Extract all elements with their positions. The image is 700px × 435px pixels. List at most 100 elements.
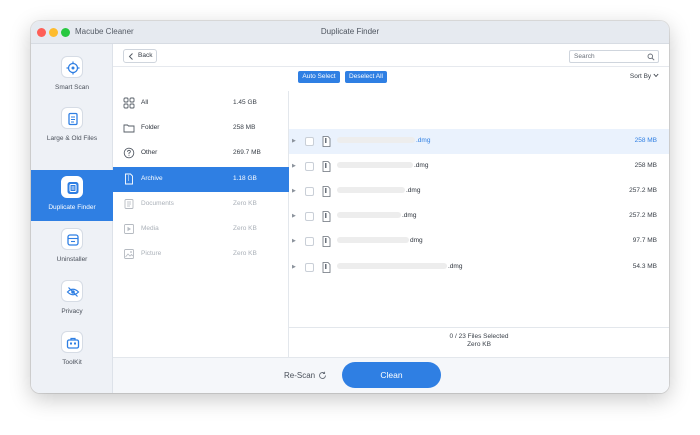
grid-icon xyxy=(123,97,135,109)
document-icon xyxy=(124,199,134,209)
auto-select-button[interactable]: Auto Select xyxy=(298,71,340,83)
media-icon xyxy=(124,224,134,234)
category-name: Folder xyxy=(141,124,160,131)
category-size: 1.45 GB xyxy=(233,99,257,106)
sort-by-dropdown[interactable]: Sort By xyxy=(630,73,659,80)
file-list-panel: Auto Select Deselect All Sort By ▶ .dmg … xyxy=(289,67,669,357)
file-suffix: dmg xyxy=(410,237,423,244)
expand-arrow-icon[interactable]: ▶ xyxy=(292,138,296,144)
category-name: Archive xyxy=(141,175,163,182)
uninstaller-icon xyxy=(67,234,79,246)
sidebar-item-label: Uninstaller xyxy=(56,256,88,263)
deselect-all-button[interactable]: Deselect All xyxy=(345,71,387,83)
file-name: .dmg xyxy=(337,263,537,270)
file-size: 97.7 MB xyxy=(632,237,657,244)
app-window: Macube Cleaner Duplicate Finder Smart Sc… xyxy=(31,21,669,393)
file-name: .dmg xyxy=(337,187,537,194)
sidebar-item-label: Smart Scan xyxy=(55,84,89,91)
clean-button[interactable]: Clean xyxy=(342,362,441,388)
target-icon xyxy=(66,61,80,75)
file-size: 257.2 MB xyxy=(629,187,657,194)
file-row[interactable]: ▶ .dmg 257.2 MB xyxy=(289,204,669,229)
files-selected-size: Zero KB xyxy=(467,341,491,348)
file-checkbox[interactable] xyxy=(305,237,314,246)
chevron-down-icon xyxy=(653,73,659,78)
expand-arrow-icon[interactable]: ▶ xyxy=(292,238,296,244)
refresh-icon xyxy=(319,371,326,379)
file-name: .dmg xyxy=(337,137,537,144)
file-checkbox[interactable] xyxy=(305,263,314,272)
file-row[interactable]: ▶ .dmg 257.2 MB xyxy=(289,179,669,204)
category-size: 258 MB xyxy=(233,124,256,131)
expand-arrow-icon[interactable]: ▶ xyxy=(292,188,296,194)
expand-arrow-icon[interactable]: ▶ xyxy=(292,163,296,169)
file-icon xyxy=(68,112,78,126)
file-suffix: .dmg xyxy=(416,137,431,144)
search-placeholder: Search xyxy=(574,53,595,60)
category-name: Picture xyxy=(141,250,162,257)
nav-icon-box xyxy=(61,280,83,302)
selection-status: 0 / 23 Files Selected Zero KB xyxy=(289,327,669,357)
category-archive[interactable]: Archive 1.18 GB xyxy=(113,167,289,192)
title-bar: Macube Cleaner Duplicate Finder xyxy=(31,21,669,44)
main-panel: Back Search All 1.45 GB Folder 258 MB Ot… xyxy=(113,44,669,393)
sidebar: Smart Scan Large & Old Files Duplicate F… xyxy=(31,44,113,393)
category-picture[interactable]: Picture Zero KB xyxy=(113,242,289,267)
nav-icon-box xyxy=(61,56,83,78)
file-checkbox[interactable] xyxy=(305,187,314,196)
bottom-action-bar: Re-Scan Clean xyxy=(113,357,669,393)
file-suffix: .dmg xyxy=(402,212,417,219)
file-row[interactable]: ▶ .dmg 258 MB xyxy=(289,154,669,179)
file-checkbox[interactable] xyxy=(305,137,314,146)
rescan-button[interactable]: Re-Scan xyxy=(284,371,326,380)
category-documents[interactable]: Documents Zero KB xyxy=(113,192,289,217)
file-row[interactable]: ▶ .dmg 258 MB xyxy=(289,129,669,154)
nav-icon-box xyxy=(61,331,83,353)
sidebar-item-label: Duplicate Finder xyxy=(48,204,96,211)
sidebar-item-toolkit[interactable]: ToolKit xyxy=(31,325,113,376)
toolkit-icon xyxy=(66,337,80,349)
back-button[interactable]: Back xyxy=(123,49,157,63)
file-size: 257.2 MB xyxy=(629,212,657,219)
category-name: Documents xyxy=(141,200,174,207)
chevron-left-icon xyxy=(128,53,133,60)
file-suffix: .dmg xyxy=(448,263,463,270)
back-label: Back xyxy=(138,52,153,59)
category-name: Other xyxy=(141,149,158,156)
search-input[interactable]: Search xyxy=(569,50,659,63)
file-row[interactable]: ▶ dmg 97.7 MB xyxy=(289,229,669,254)
sidebar-item-large-old-files[interactable]: Large & Old Files xyxy=(31,101,113,152)
sidebar-item-duplicate-finder[interactable]: Duplicate Finder xyxy=(31,170,113,221)
sidebar-item-label: ToolKit xyxy=(62,359,82,366)
archive-file-icon xyxy=(322,236,331,247)
sidebar-item-uninstaller[interactable]: Uninstaller xyxy=(31,222,113,273)
file-row[interactable]: ▶ .dmg 54.3 MB xyxy=(289,255,669,280)
file-size: 258 MB xyxy=(634,162,657,169)
sort-by-label: Sort By xyxy=(629,73,652,80)
category-size: 1.18 GB xyxy=(233,175,257,182)
category-folder[interactable]: Folder 258 MB xyxy=(113,116,289,141)
archive-file-icon xyxy=(322,161,331,172)
sidebar-item-label: Privacy xyxy=(61,308,83,315)
category-all[interactable]: All 1.45 GB xyxy=(113,91,289,116)
category-media[interactable]: Media Zero KB xyxy=(113,217,289,242)
question-circle-icon xyxy=(123,147,135,159)
category-list: All 1.45 GB Folder 258 MB Other 269.7 MB xyxy=(113,91,289,357)
category-name: All xyxy=(141,99,149,106)
sidebar-item-smart-scan[interactable]: Smart Scan xyxy=(31,50,113,101)
category-other[interactable]: Other 269.7 MB xyxy=(113,141,289,166)
archive-icon xyxy=(125,173,133,185)
file-size: 258 MB xyxy=(634,137,657,144)
category-size: 269.7 MB xyxy=(233,149,261,156)
window-title: Duplicate Finder xyxy=(320,27,380,36)
file-name: dmg xyxy=(337,237,537,244)
files-selected-count: 0 / 23 Files Selected xyxy=(449,333,509,340)
expand-arrow-icon[interactable]: ▶ xyxy=(292,264,296,270)
sidebar-item-privacy[interactable]: Privacy xyxy=(31,274,113,325)
category-size: Zero KB xyxy=(233,200,257,207)
expand-arrow-icon[interactable]: ▶ xyxy=(292,213,296,219)
file-checkbox[interactable] xyxy=(305,212,314,221)
category-name: Media xyxy=(141,225,159,232)
file-name: .dmg xyxy=(337,162,537,169)
file-checkbox[interactable] xyxy=(305,162,314,171)
